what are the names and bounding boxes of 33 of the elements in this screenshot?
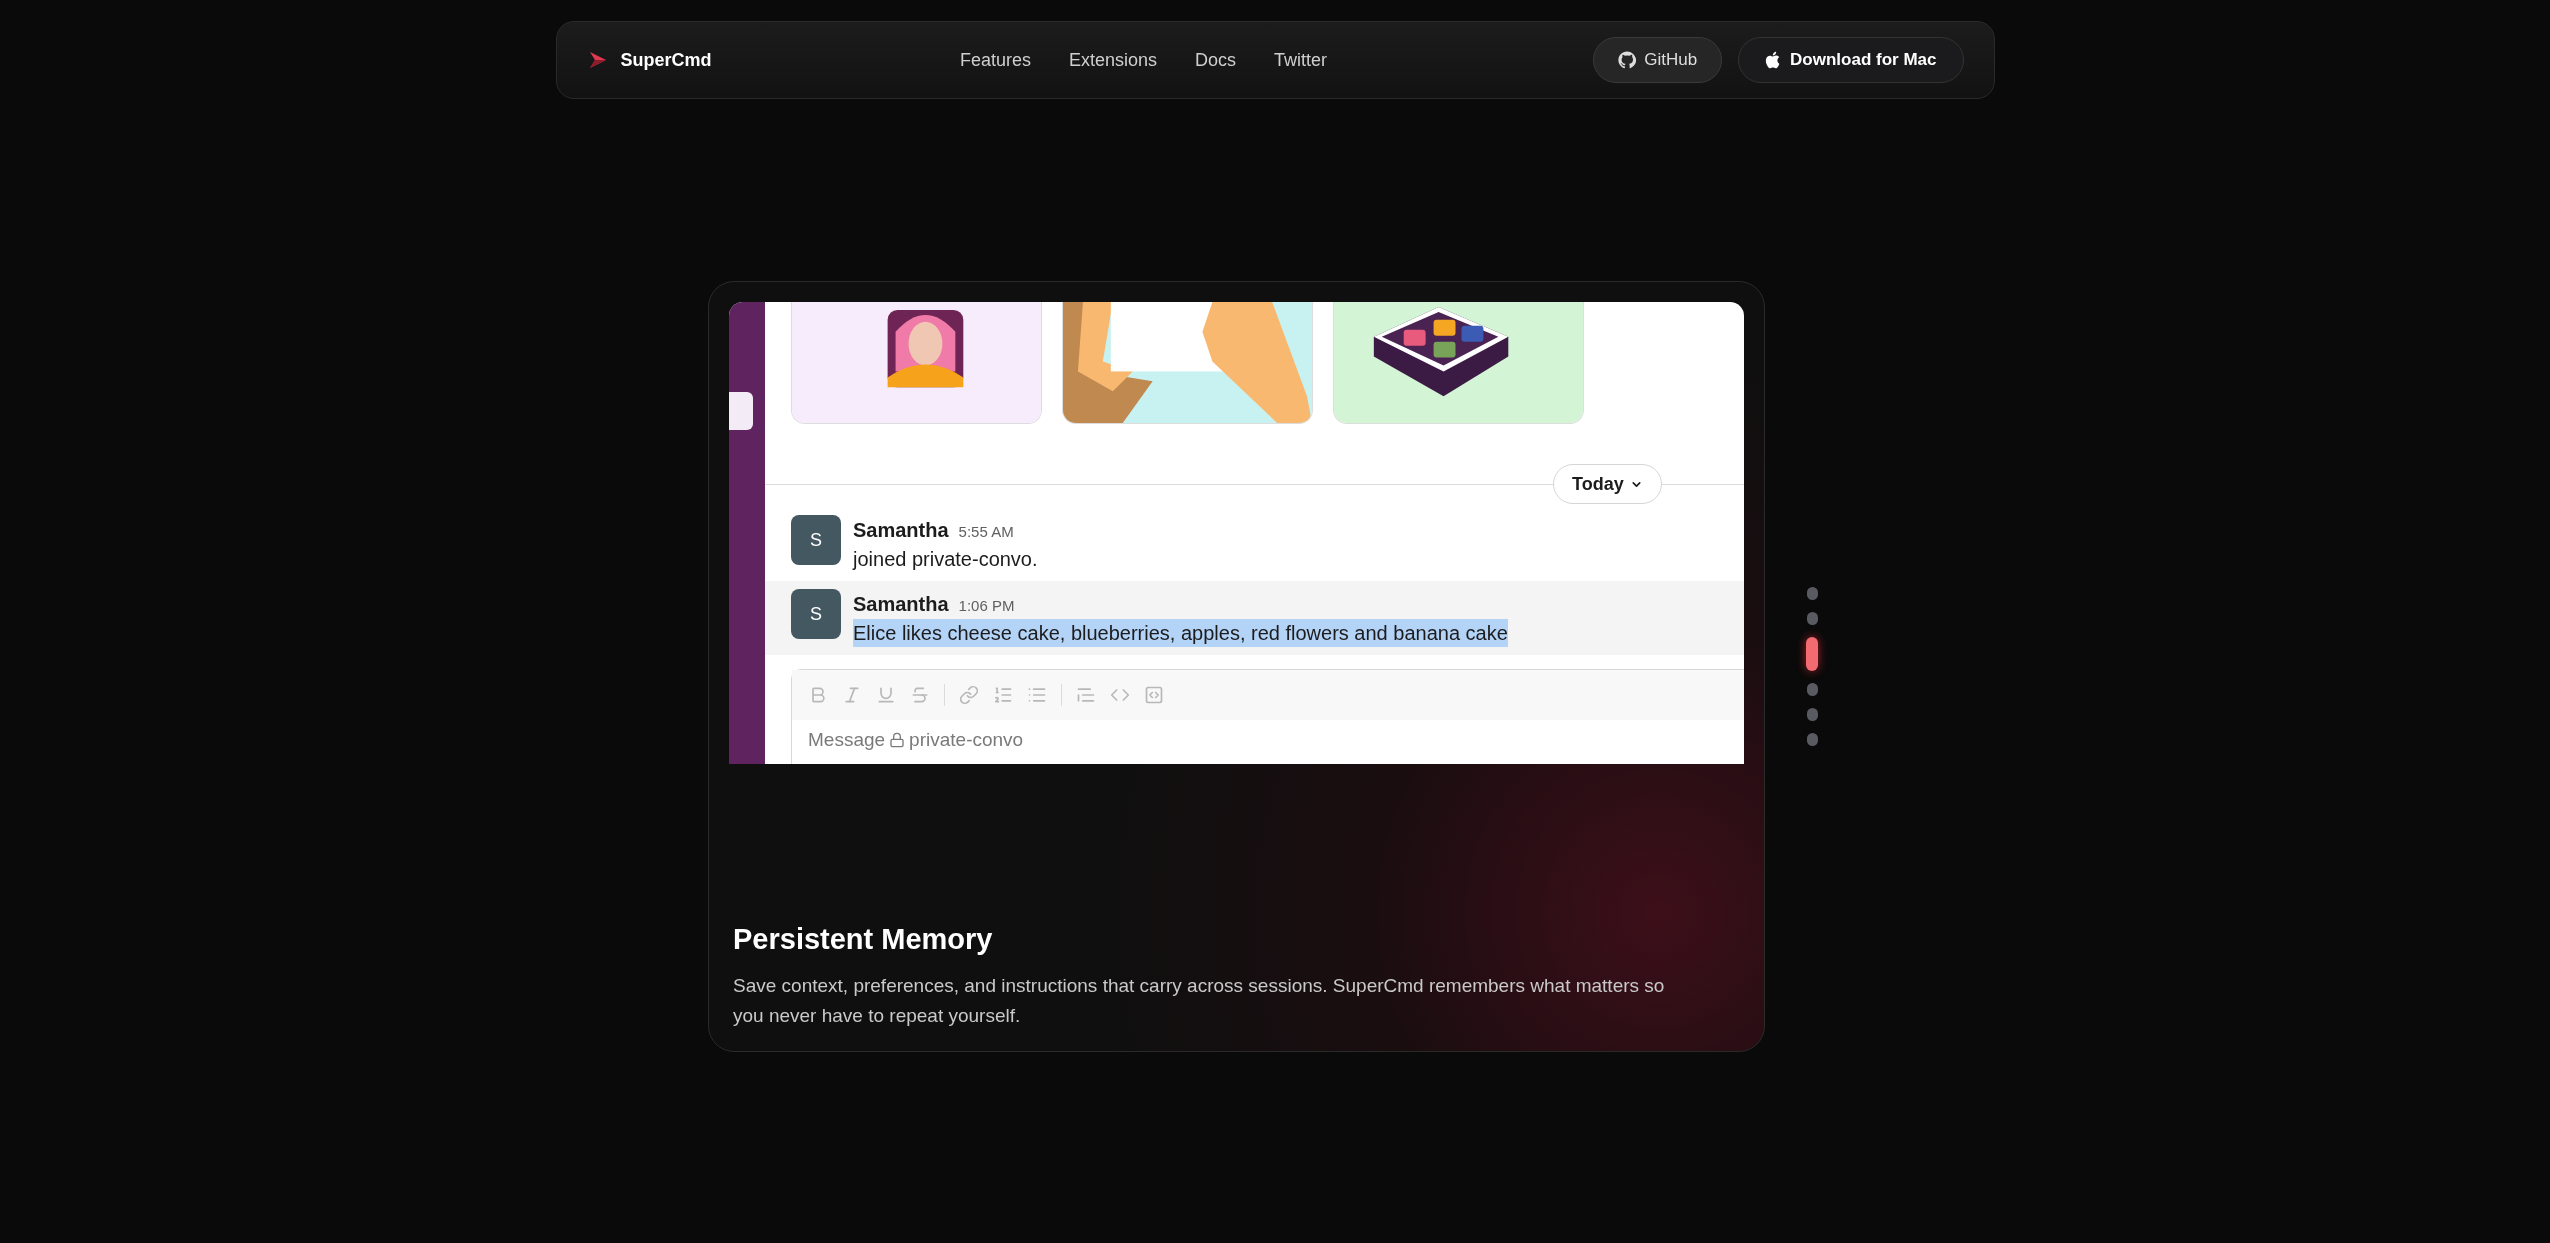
- lock-icon: [889, 732, 906, 749]
- brand-name[interactable]: SuperCmd: [620, 46, 712, 74]
- quote-icon[interactable]: [1076, 685, 1096, 705]
- strikethrough-icon[interactable]: [910, 685, 930, 705]
- composer-hint: Message: [808, 728, 886, 752]
- feature-description: Save context, preferences, and instructions that carry across sessions. SuperCmd remembers what matters so you never have to repeat yourself.: [733, 974, 1666, 1028]
- link-icon[interactable]: [959, 685, 979, 705]
- github-icon: [1618, 51, 1637, 69]
- nav-link[interactable]: Twitter: [1274, 46, 1328, 74]
- channel-name: private-convo: [909, 728, 1024, 752]
- download-button[interactable]: Download for Mac: [1738, 37, 1964, 83]
- avatar: S: [791, 515, 841, 565]
- numbered-list-icon[interactable]: [993, 685, 1013, 705]
- underline-icon[interactable]: [876, 685, 896, 705]
- message-composer[interactable]: Message private-convo: [791, 669, 1744, 764]
- message-time: 5:55 AM: [958, 522, 1014, 542]
- author-name: Samantha: [853, 592, 949, 617]
- sidebar-tab[interactable]: [729, 392, 753, 430]
- github-button[interactable]: GitHub: [1593, 37, 1723, 83]
- message-text: joined private-convo.: [853, 547, 1038, 572]
- author-name: Samantha: [853, 518, 949, 543]
- feature-title: Persistent Memory: [733, 921, 994, 957]
- code-block-icon[interactable]: [1144, 685, 1164, 705]
- italic-icon[interactable]: [842, 685, 862, 705]
- nav-link[interactable]: Docs: [1195, 46, 1237, 74]
- nav-link[interactable]: Features: [959, 46, 1031, 74]
- message-text: Elice likes cheese cake, blueberries, apples, red flowers and banana cake: [853, 619, 1508, 647]
- nav-link[interactable]: Extensions: [1068, 46, 1158, 74]
- date-pill[interactable]: Today: [1553, 464, 1662, 504]
- avatar: S: [791, 589, 841, 639]
- apple-icon: [1765, 51, 1781, 69]
- bulleted-list-icon[interactable]: [1027, 685, 1047, 705]
- message-time: 1:06 PM: [958, 596, 1015, 616]
